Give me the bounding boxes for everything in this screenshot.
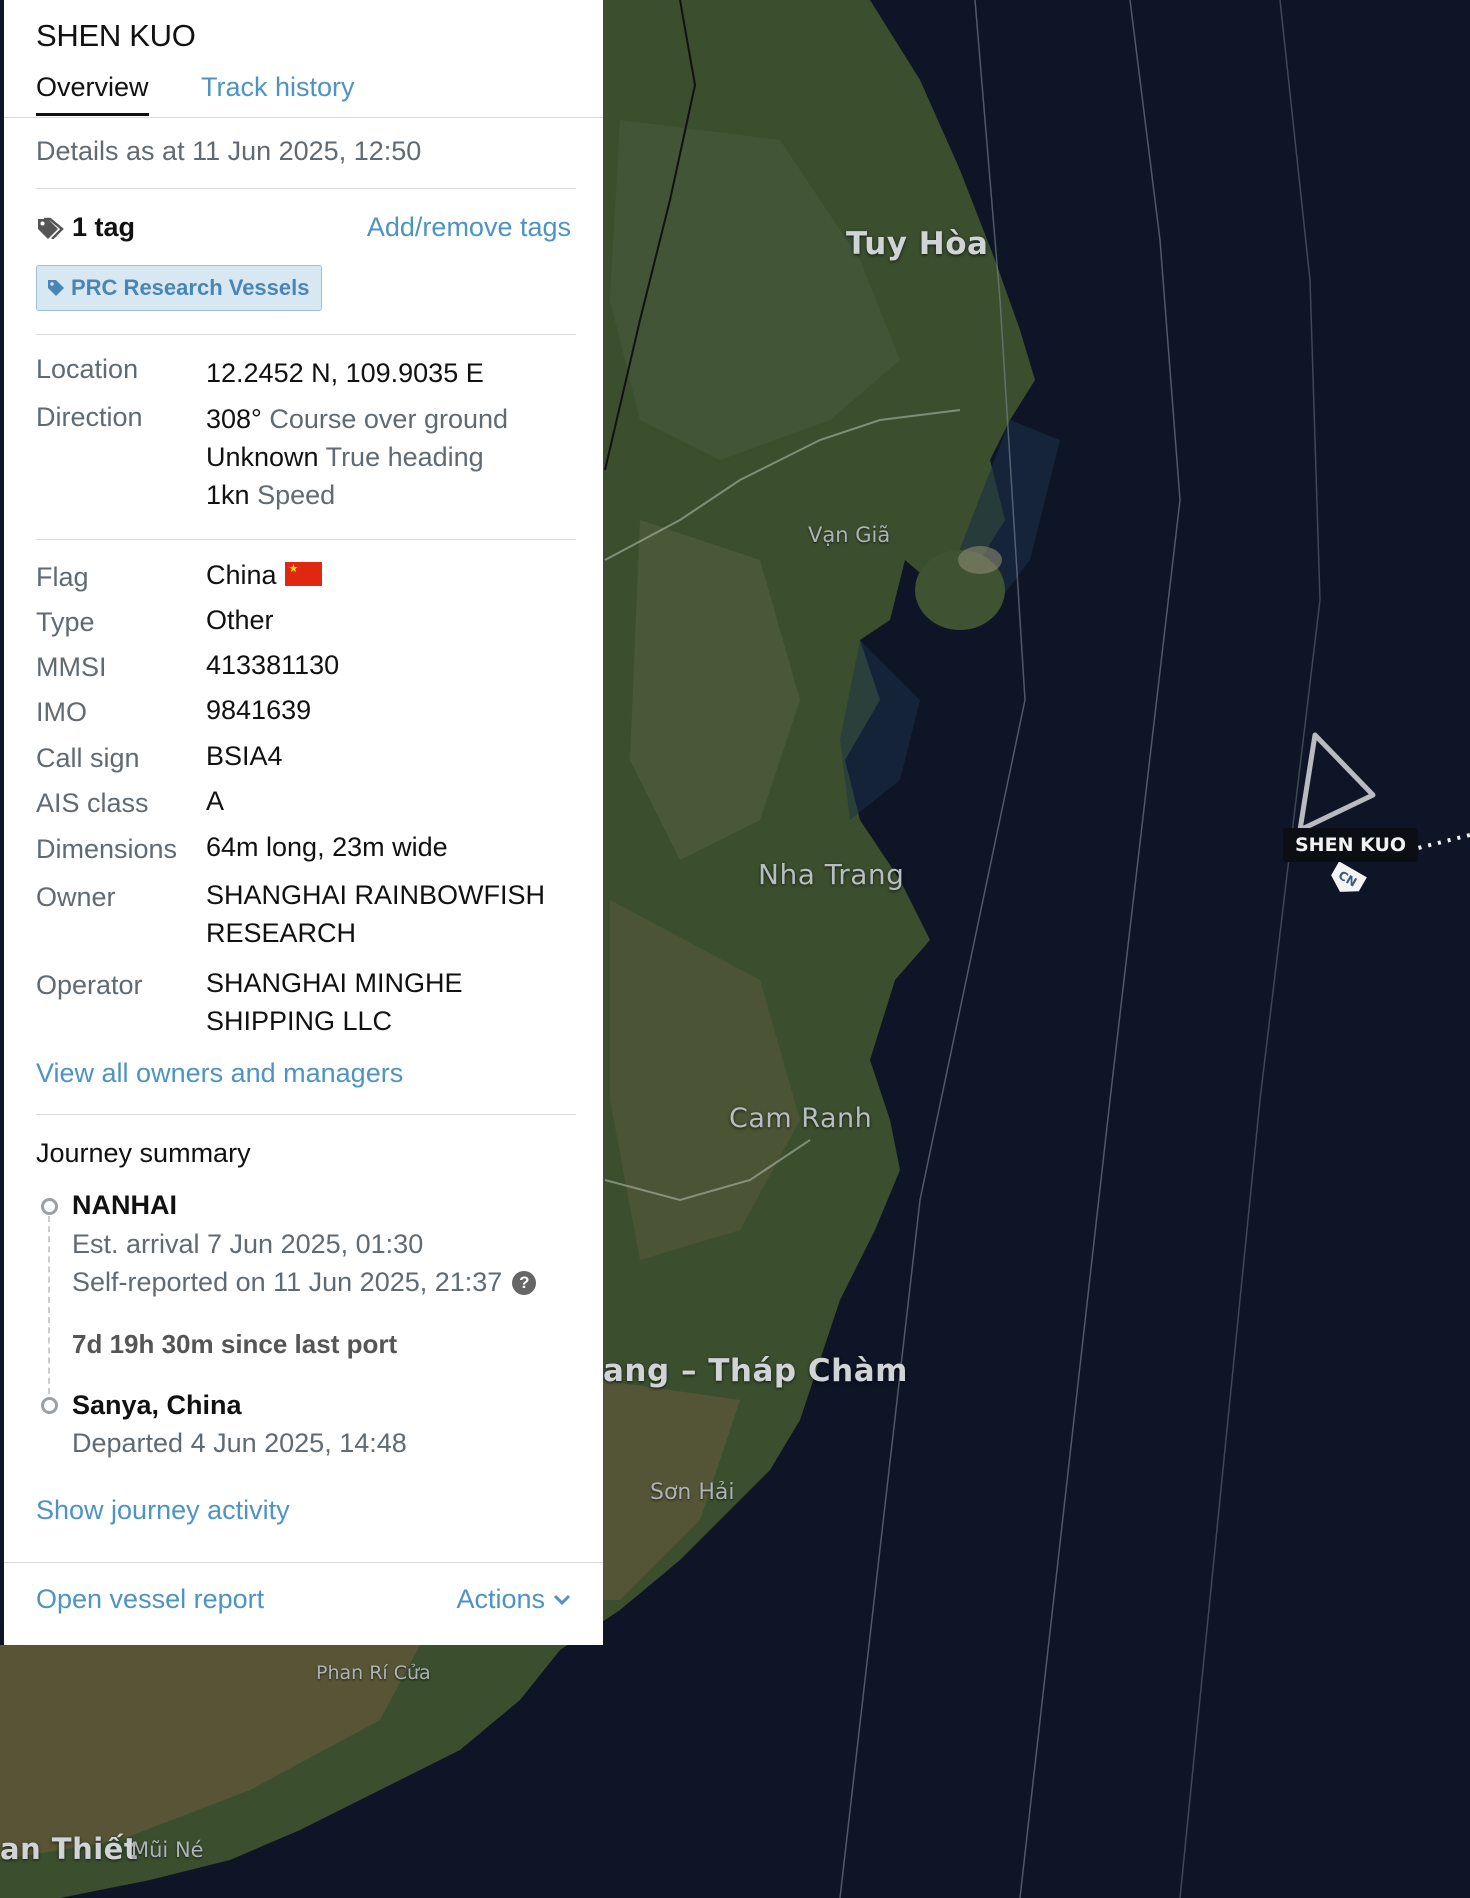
vessel-title: SHEN KUO [36, 18, 196, 53]
journey-since-last-port: 7d 19h 30m since last port [72, 1329, 398, 1359]
operator-label: Operator [36, 970, 143, 1000]
origin-dot-icon [41, 1397, 58, 1414]
tab-bar: Overview Track history [4, 70, 603, 118]
course-label: Course over ground [269, 404, 509, 434]
divider [36, 1114, 576, 1115]
open-vessel-report-link[interactable]: Open vessel report [36, 1584, 264, 1615]
tag-chip-label: PRC Research Vessels [71, 275, 310, 300]
divider [36, 188, 576, 189]
type-label: Type [36, 607, 95, 637]
vessel-details-panel: SHEN KUO Overview Track history Details … [4, 0, 603, 1645]
map-label-mui-ne: Mũi Né [131, 1838, 204, 1862]
show-journey-activity-link[interactable]: Show journey activity [36, 1495, 576, 1526]
mmsi-value: 413381130 [206, 650, 340, 680]
divider [36, 539, 576, 540]
direction-label: Direction [36, 402, 143, 432]
actions-dropdown[interactable]: Actions [456, 1584, 571, 1615]
divider [36, 334, 576, 335]
journey-departed: Departed 4 Jun 2025, 14:48 [72, 1428, 407, 1458]
operator-line-1: SHANGHAI MINGHE [206, 968, 463, 998]
imo-value: 9841639 [206, 695, 312, 725]
type-value: Other [206, 605, 274, 635]
course-value: 308° [206, 404, 262, 434]
map-label-phan-thiet: an Thiết [0, 1832, 139, 1866]
map-label-tuy-hoa: Tuy Hòa [846, 226, 989, 262]
heading-value: Unknown [206, 442, 319, 472]
speed-value: 1kn [206, 480, 250, 510]
heading-label: True heading [325, 442, 484, 472]
call-sign-label: Call sign [36, 743, 140, 773]
add-remove-tags-link[interactable]: Add/remove tags [367, 212, 571, 243]
location-value-link[interactable]: 12.2452 N, 109.9035 E [206, 354, 484, 392]
map-label-cam-ranh: Cam Ranh [729, 1103, 873, 1134]
journey-origin: Sanya, China [72, 1390, 242, 1420]
map-label-nha-trang: Nha Trang [758, 858, 905, 891]
location-label: Location [36, 354, 139, 384]
tab-track-history[interactable]: Track history [201, 72, 355, 103]
china-flag-icon: ★ [284, 562, 322, 586]
dimensions-label: Dimensions [36, 834, 178, 864]
ais-class-label: AIS class [36, 788, 149, 818]
operator-link[interactable]: SHANGHAI MINGHE SHIPPING LLC [206, 964, 463, 1040]
operator-line-2: SHIPPING LLC [206, 1006, 393, 1036]
tag-count-label: 1 tag [72, 212, 136, 242]
tag-count: 1 tag [36, 212, 135, 243]
footer-divider [4, 1562, 603, 1563]
view-all-owners-link[interactable]: View all owners and managers [36, 1058, 576, 1089]
journey-summary-title: Journey summary [36, 1138, 251, 1168]
owner-link[interactable]: SHANGHAI RAINBOWFISH RESEARCH [206, 876, 545, 952]
call-sign-value: BSIA4 [206, 741, 283, 771]
vessel-map-label[interactable]: SHEN KUO [1283, 828, 1419, 862]
chevron-down-icon [553, 1594, 571, 1605]
journey-est-arrival: Est. arrival 7 Jun 2025, 01:30 [72, 1229, 424, 1259]
owner-line-1: SHANGHAI RAINBOWFISH [206, 880, 546, 910]
actions-label: Actions [456, 1584, 545, 1614]
owner-label: Owner [36, 882, 116, 912]
tag-icon [48, 280, 64, 296]
map-label-van-gia: Vạn Giã [808, 523, 891, 547]
tags-icon [38, 217, 64, 239]
journey-self-reported-row: Self-reported on 11 Jun 2025, 21:37 ? [72, 1267, 537, 1298]
mmsi-label: MMSI [36, 652, 107, 682]
tag-chip[interactable]: PRC Research Vessels [36, 265, 322, 311]
destination-dot-icon [41, 1198, 58, 1215]
help-icon[interactable]: ? [512, 1270, 537, 1295]
journey-timeline-line [48, 1216, 50, 1404]
details-timestamp: Details as at 11 Jun 2025, 12:50 [36, 136, 422, 166]
ais-class-value: A [206, 786, 225, 816]
flag-label: Flag [36, 562, 89, 592]
map-label-phan-ri-cua: Phan Rí Cửa [316, 1662, 431, 1684]
imo-label: IMO [36, 697, 87, 727]
flag-value: China [206, 560, 277, 590]
journey-self-reported: Self-reported on 11 Jun 2025, 21:37 [72, 1267, 503, 1297]
speed-label: Speed [257, 480, 336, 510]
map-label-son-hai: Sơn Hải [650, 1480, 735, 1505]
journey-destination: NANHAI [72, 1190, 177, 1220]
map-label-thap-cham: ang – Tháp Chàm [603, 1353, 908, 1389]
tab-overview[interactable]: Overview [36, 72, 149, 116]
owner-line-2: RESEARCH [206, 918, 357, 948]
dimensions-value: 64m long, 23m wide [206, 832, 448, 862]
